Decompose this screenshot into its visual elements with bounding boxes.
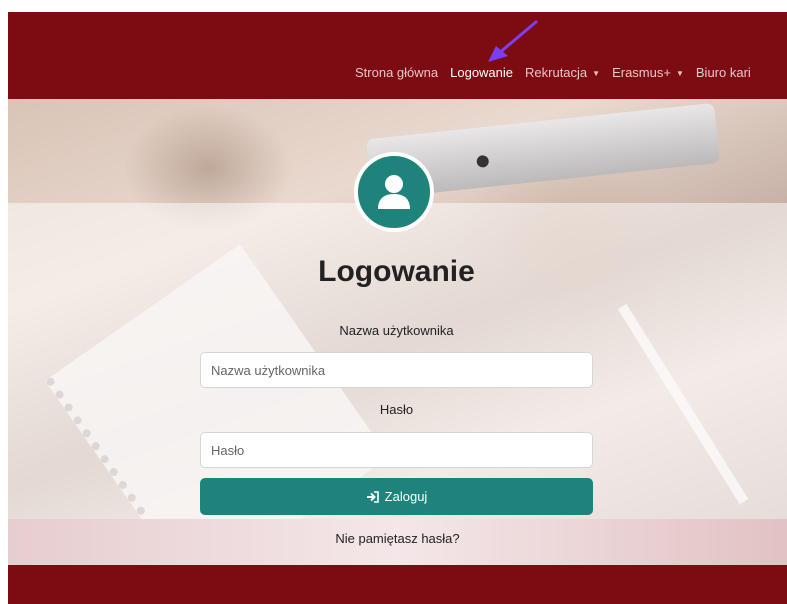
user-icon: [378, 175, 410, 209]
sign-in-icon: [366, 490, 379, 503]
annotation-arrow-icon: [488, 20, 538, 62]
footer: [8, 565, 787, 604]
nav-item-career-office[interactable]: Biuro kari: [696, 65, 751, 80]
nav-menu: Strona główna Logowanie Rekrutacja ▼ Eras…: [355, 62, 763, 82]
chevron-down-icon: ▼: [592, 68, 601, 78]
nav-item-erasmus-label: Erasmus+: [612, 64, 671, 80]
login-button[interactable]: Zaloguj: [200, 478, 593, 515]
password-input[interactable]: [200, 432, 593, 468]
username-input[interactable]: [200, 352, 593, 388]
login-button-label: Zaloguj: [384, 489, 428, 504]
chevron-down-icon: ▼: [675, 68, 684, 78]
top-navbar: Strona główna Logowanie Rekrutacja ▼ Eras…: [8, 12, 787, 99]
username-label: Nazwa użytkownika: [339, 323, 454, 338]
avatar: [354, 152, 434, 232]
nav-item-home[interactable]: Strona główna: [355, 65, 438, 80]
nav-item-erasmus[interactable]: Erasmus+ ▼: [612, 65, 684, 80]
forgot-password-link[interactable]: Nie pamiętasz hasła?: [8, 531, 787, 546]
forgot-password-band: Nie pamiętasz hasła?: [8, 519, 787, 565]
password-label: Hasło: [379, 402, 414, 417]
page-title: Logowanie: [318, 255, 475, 288]
